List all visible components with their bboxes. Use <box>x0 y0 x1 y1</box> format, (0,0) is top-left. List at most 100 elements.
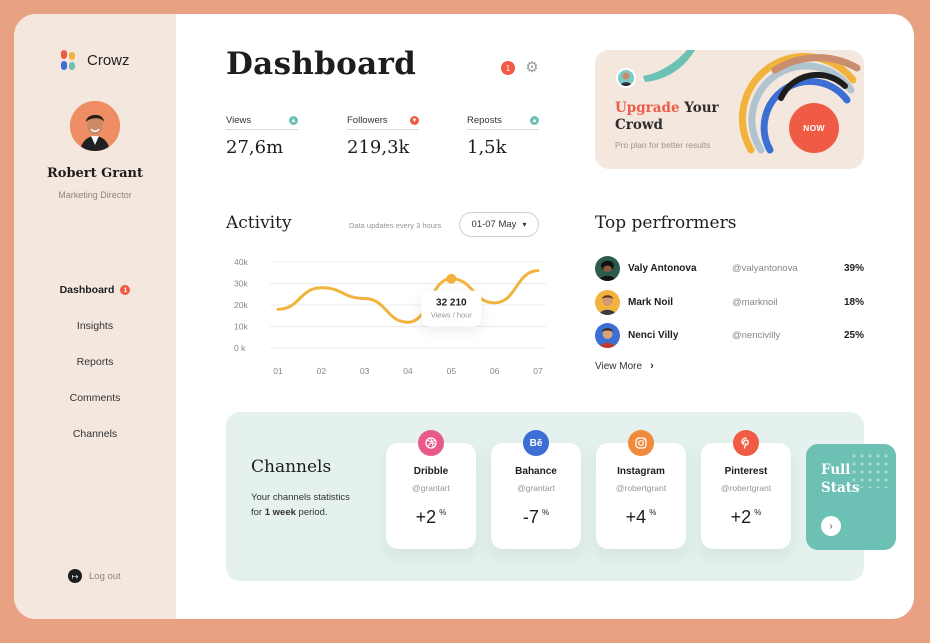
brand-name: Crowz <box>87 51 130 69</box>
upgrade-card[interactable]: Upgrade Your Crowd Pro plan for better r… <box>595 50 864 169</box>
channel-change: -7% <box>491 507 581 528</box>
channels-title: Channels <box>251 457 332 477</box>
channel-handle: @grantart <box>517 483 555 493</box>
stat-value: 27,6m <box>226 137 284 158</box>
list-item[interactable]: Nenci Villy @nencivilly 25% <box>595 322 864 348</box>
upgrade-subtitle: Pro plan for better results <box>615 140 711 150</box>
avatar <box>595 322 620 348</box>
stat-followers: Followers ▼ 219,3k <box>347 115 419 158</box>
list-item[interactable]: Valy Antonova @valyantonova 39% <box>595 255 864 281</box>
y-tick-label: 40k <box>234 257 248 267</box>
logout-icon: ↦ <box>68 569 82 583</box>
channel-card-instagram[interactable]: Instagram @robertgrant +4% <box>596 430 686 549</box>
chevron-down-icon: ▾ <box>522 220 527 229</box>
sidebar-item-label: Comments <box>69 392 121 404</box>
channel-card-behance[interactable]: Bē Bahance @grantart -7% <box>491 430 581 549</box>
date-range-select[interactable]: 01-07 May ▾ <box>459 212 539 237</box>
avatar <box>595 255 620 281</box>
channel-change-unit: % <box>439 508 447 517</box>
x-tick-label: 06 <box>490 366 500 376</box>
stat-label: Reposts <box>467 115 502 126</box>
sidebar-item-label: Insights <box>76 320 114 332</box>
channels-description: Your channels statistics for 1 week peri… <box>251 490 361 520</box>
chart-series-line <box>276 269 540 324</box>
upgrade-title: Upgrade Your Crowd <box>615 100 745 134</box>
channels-panel: Channels Your channels statistics for 1 … <box>226 412 864 581</box>
logout-button[interactable]: ↦ Log out <box>68 569 121 583</box>
activity-chart: 0 k 10k 20k 30k 40k 01 02 03 04 05 06 07 32 210 Vi… <box>234 257 546 376</box>
channel-card-pinterest[interactable]: Pinterest @robertgrant +2% <box>701 430 791 549</box>
performer-percent: 39% <box>843 262 864 274</box>
sidebar-item-label: Reports <box>76 356 114 368</box>
channel-change-value: -7 <box>522 507 539 527</box>
sidebar-item-channels[interactable]: Channels <box>14 416 176 452</box>
channel-change-unit: % <box>754 508 762 517</box>
y-tick-label: 10k <box>234 322 248 332</box>
instagram-icon <box>628 430 654 456</box>
performer-handle: @marknoil <box>732 296 778 308</box>
date-range-value: 01-07 May <box>471 219 517 230</box>
performer-name: Mark Noil <box>628 296 674 308</box>
upgrade-title-highlight: Upgrade <box>615 100 680 116</box>
channel-change: +4% <box>596 507 686 528</box>
channel-change: +2% <box>386 507 476 528</box>
stat-reposts: Reposts ▲ 1,5k <box>467 115 539 158</box>
chevron-right-icon: › <box>650 360 654 372</box>
chevron-right-icon[interactable]: › <box>821 516 841 536</box>
upgrade-now-button[interactable]: NOW <box>789 103 839 153</box>
logout-label: Log out <box>89 570 121 582</box>
pinterest-icon <box>733 430 759 456</box>
stat-label: Followers <box>347 115 388 126</box>
sidebar-item-reports[interactable]: Reports <box>14 344 176 380</box>
trend-down-icon: ▼ <box>410 116 419 125</box>
sidebar-item-label: Channels <box>72 428 118 440</box>
tooltip-value: 32 210 <box>436 298 467 309</box>
channel-change: +2% <box>701 507 791 528</box>
x-tick-label: 02 <box>317 366 327 376</box>
view-more-label: View More <box>595 360 643 372</box>
sidebar-item-insights[interactable]: Insights <box>14 308 176 344</box>
upgrade-title-line2: Crowd <box>615 117 663 133</box>
tooltip-label: Views / hour <box>431 311 473 320</box>
upgrade-title-rest: Your <box>684 100 719 116</box>
avatar[interactable] <box>70 101 120 151</box>
performer-percent: 18% <box>843 296 864 308</box>
list-item[interactable]: Mark Noil @marknoil 18% <box>595 289 864 315</box>
channel-name: Instagram <box>617 466 665 477</box>
x-tick-label: 04 <box>403 366 413 376</box>
channel-handle: @grantart <box>412 483 450 493</box>
gear-icon[interactable]: ⚙ <box>524 60 540 76</box>
y-tick-label: 0 k <box>234 343 246 353</box>
notification-badge[interactable]: 1 <box>501 61 515 75</box>
sidebar: Crowz Robert Grant Marketing Director Da… <box>14 14 176 619</box>
channel-name: Bahance <box>515 466 557 477</box>
stat-label: Views <box>226 115 252 126</box>
sidebar-item-label: Dashboard <box>59 284 115 296</box>
performer-percent: 25% <box>843 329 864 341</box>
view-more-link[interactable]: View More › <box>595 360 654 372</box>
x-tick-label: 01 <box>273 366 283 376</box>
page-title: Dashboard <box>226 46 417 82</box>
app-window: Crowz Robert Grant Marketing Director Da… <box>14 14 914 619</box>
avatar <box>595 289 620 315</box>
channel-change-unit: % <box>649 508 657 517</box>
sidebar-item-dashboard[interactable]: Dashboard 1 <box>14 272 176 308</box>
channel-card-dribble[interactable]: Dribble @grantart +2% <box>386 430 476 549</box>
channel-name: Dribble <box>413 466 449 477</box>
sidebar-item-comments[interactable]: Comments <box>14 380 176 416</box>
stat-views: Views ▲ 27,6m <box>226 115 298 158</box>
notification-badge: 1 <box>120 285 131 295</box>
brand[interactable]: Crowz <box>61 50 130 70</box>
x-tick-label: 07 <box>533 366 543 376</box>
behance-icon: Bē <box>523 430 549 456</box>
channel-change-value: +2 <box>415 507 437 527</box>
activity-title: Activity <box>226 213 292 233</box>
channel-name: Pinterest <box>724 466 768 477</box>
channel-handle: @robertgrant <box>615 483 667 493</box>
trend-up-icon: ▲ <box>530 116 539 125</box>
chart-point[interactable] <box>446 273 457 284</box>
channel-handle: @robertgrant <box>720 483 772 493</box>
y-tick-label: 30k <box>234 279 248 289</box>
full-stats-card[interactable]: Full Stats › <box>806 444 896 550</box>
user-role: Marketing Director <box>58 190 132 200</box>
